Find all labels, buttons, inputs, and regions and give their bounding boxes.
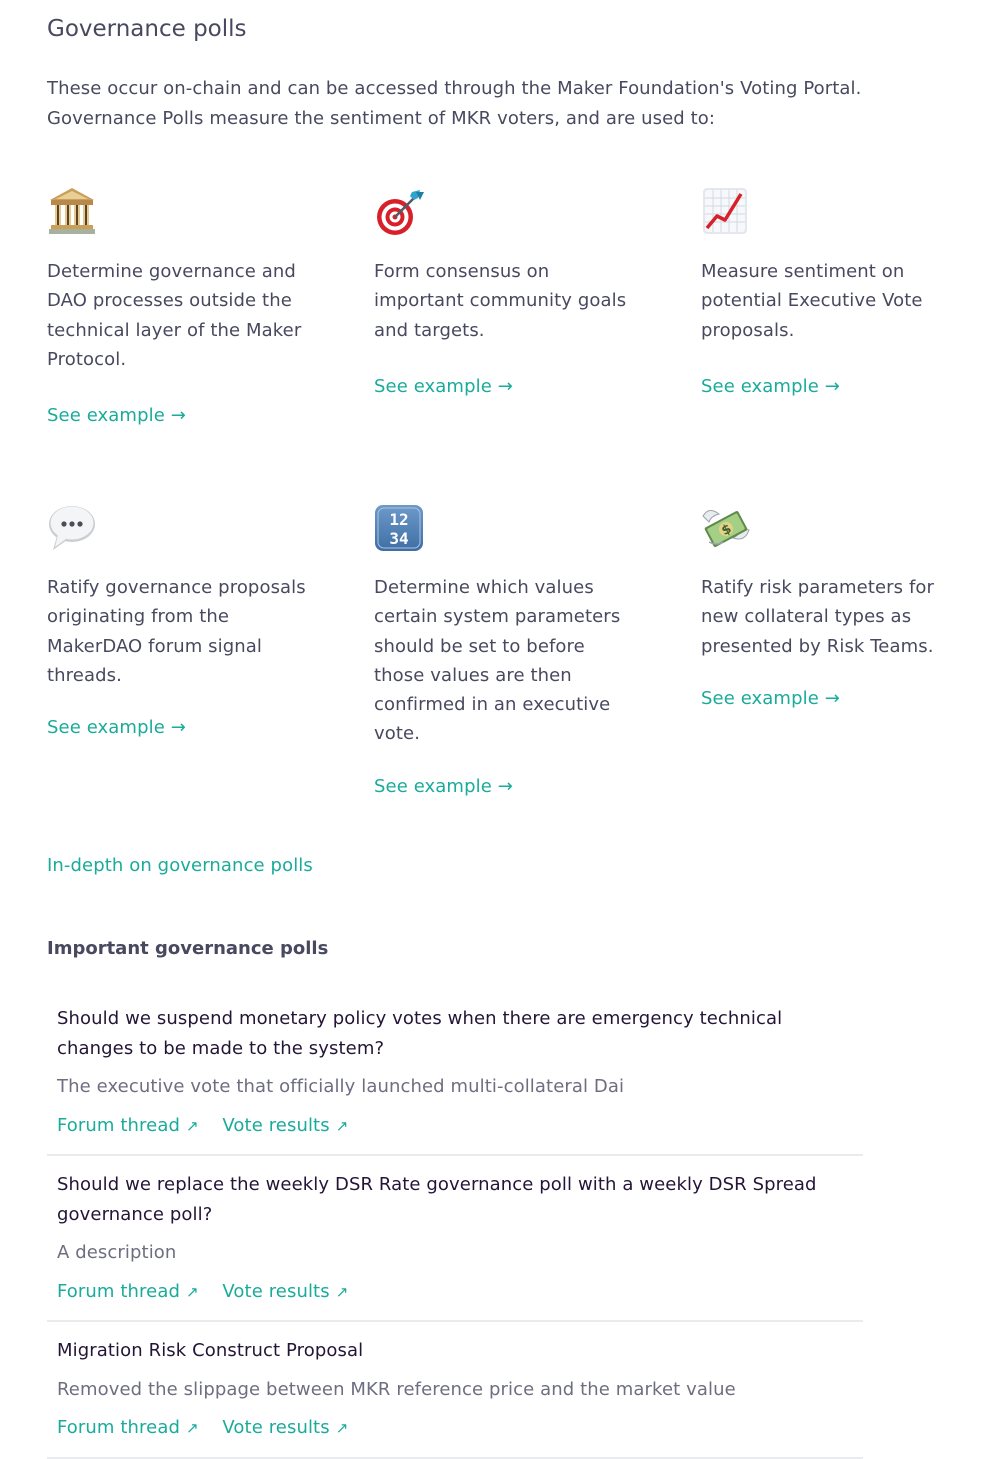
speech-balloon-icon — [47, 502, 97, 552]
forum-thread-link[interactable]: Forum thread ↗ — [57, 1115, 199, 1136]
external-link-arrow-icon: ↗ — [335, 1116, 349, 1135]
forum-thread-label: Forum thread — [57, 1280, 180, 1302]
forum-thread-label: Forum thread — [57, 1114, 180, 1136]
important-polls-heading: Important governance polls — [47, 938, 329, 959]
poll-title: Should we replace the weekly DSR Rate go… — [57, 1174, 817, 1225]
input-numbers-top: 12 — [389, 510, 408, 529]
see-example-link[interactable]: See example → — [701, 688, 840, 709]
poll-list-item: Should we replace the weekly DSR Rate go… — [47, 1156, 863, 1322]
important-polls-list: Should we suspend monetary policy votes … — [47, 990, 863, 1459]
input-numbers-icon: 12 34 — [374, 502, 424, 552]
forum-thread-link[interactable]: Forum thread ↗ — [57, 1281, 199, 1302]
arrow-right-icon: → — [170, 405, 186, 426]
vote-results-label: Vote results — [222, 1417, 330, 1438]
intro-line-1: These occur on-chain and can be accessed… — [47, 78, 862, 99]
see-example-label: See example — [701, 376, 819, 397]
see-example-label: See example — [374, 776, 492, 797]
card-description: Determine which values certain system pa… — [374, 577, 621, 745]
money-with-wings-icon: $ — [701, 502, 751, 552]
poll-list-item: Migration Risk Construct Proposal Remove… — [47, 1322, 863, 1459]
card-description: Ratify governance proposals originating … — [47, 577, 306, 686]
section-intro: These occur on-chain and can be accessed… — [47, 74, 927, 133]
arrow-right-icon: → — [497, 776, 513, 797]
poll-title: Migration Risk Construct Proposal — [57, 1340, 364, 1361]
poll-links: Forum thread ↗ Vote results ↗ — [57, 1111, 863, 1142]
see-example-label: See example — [374, 376, 492, 397]
forum-thread-link[interactable]: Forum thread ↗ — [57, 1417, 199, 1438]
see-example-link[interactable]: See example → — [701, 376, 840, 397]
direct-hit-target-icon — [374, 186, 424, 236]
poll-description: The executive vote that officially launc… — [57, 1076, 625, 1097]
card-description: Determine governance and DAO processes o… — [47, 261, 302, 370]
card-description: Ratify risk parameters for new collatera… — [701, 577, 934, 657]
forum-thread-label: Forum thread — [57, 1417, 180, 1438]
vote-results-label: Vote results — [222, 1280, 330, 1302]
external-link-arrow-icon: ↗ — [335, 1282, 349, 1301]
poll-title: Should we suspend monetary policy votes … — [57, 1008, 783, 1059]
poll-description: A description — [57, 1242, 177, 1263]
vote-results-link[interactable]: Vote results ↗ — [222, 1281, 348, 1302]
chart-increasing-icon — [701, 186, 751, 236]
arrow-right-icon: → — [824, 688, 840, 709]
see-example-link[interactable]: See example → — [47, 717, 186, 738]
arrow-right-icon: → — [170, 717, 186, 738]
see-example-link[interactable]: See example → — [374, 376, 513, 397]
external-link-arrow-icon: ↗ — [186, 1419, 199, 1437]
see-example-label: See example — [701, 688, 819, 709]
section-title: Governance polls — [47, 16, 247, 42]
poll-links: Forum thread ↗ Vote results ↗ — [57, 1413, 863, 1444]
vote-results-label: Vote results — [222, 1114, 330, 1136]
arrow-right-icon: → — [497, 376, 513, 397]
see-example-link[interactable]: See example → — [47, 405, 186, 426]
poll-links: Forum thread ↗ Vote results ↗ — [57, 1277, 863, 1308]
vote-results-link[interactable]: Vote results ↗ — [222, 1417, 348, 1438]
intro-line-2: Governance Polls measure the sentiment o… — [47, 107, 716, 129]
external-link-arrow-icon: ↗ — [335, 1419, 349, 1437]
classical-building-icon — [47, 186, 97, 236]
external-link-arrow-icon: ↗ — [186, 1282, 199, 1301]
see-example-link[interactable]: See example → — [374, 776, 513, 797]
arrow-right-icon: → — [824, 376, 840, 397]
input-numbers-bottom: 34 — [389, 529, 408, 548]
poll-description: Removed the slippage between MKR referen… — [57, 1378, 736, 1400]
card-description: Form consensus on important community go… — [374, 261, 627, 341]
external-link-arrow-icon: ↗ — [186, 1116, 199, 1135]
see-example-label: See example — [47, 405, 165, 426]
in-depth-governance-polls-link[interactable]: In-depth on governance polls — [47, 855, 313, 876]
card-description: Measure sentiment on potential Executive… — [701, 261, 923, 341]
see-example-label: See example — [47, 717, 165, 738]
poll-list-item: Should we suspend monetary policy votes … — [47, 990, 863, 1156]
vote-results-link[interactable]: Vote results ↗ — [222, 1115, 348, 1136]
